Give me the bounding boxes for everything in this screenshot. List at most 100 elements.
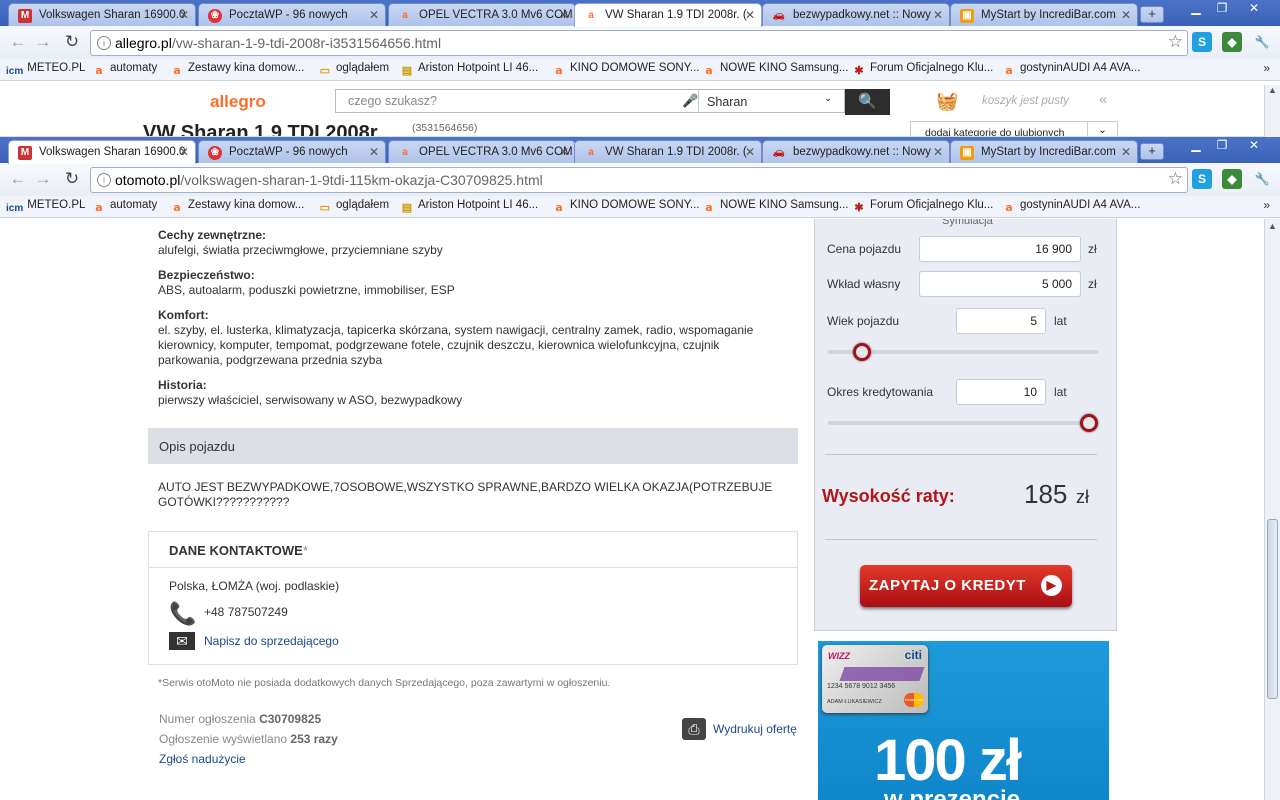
wrench-icon[interactable]: 🔧 bbox=[1252, 32, 1272, 52]
tab-opel[interactable]: a OPEL VECTRA 3.0 Mv6 COM ✕ bbox=[388, 140, 576, 163]
bookmark-kina[interactable]: a Zestawy kina domow... bbox=[170, 199, 304, 215]
bookmark-audi[interactable]: a gostyninAUDI A4 AVA... bbox=[1002, 199, 1140, 215]
close-icon[interactable]: ✕ bbox=[745, 145, 755, 159]
bookmarks-more-icon[interactable]: » bbox=[1263, 61, 1270, 75]
period-input[interactable]: 10 bbox=[956, 379, 1046, 405]
contact-phone[interactable]: +48 787507249 bbox=[204, 605, 288, 619]
message-seller-link[interactable]: Napisz do sprzedającego bbox=[204, 634, 339, 648]
close-icon[interactable]: ✕ bbox=[179, 8, 189, 22]
tab-vw-sharan[interactable]: a VW Sharan 1.9 TDI 2008r. (✕ bbox=[574, 3, 762, 27]
report-abuse-link[interactable]: Zgłoś nadużycie bbox=[159, 752, 246, 766]
bookmark-folder[interactable]: ▭ oglądałem bbox=[318, 62, 389, 78]
close-icon[interactable]: ✕ bbox=[1121, 145, 1131, 159]
bookmark-folder[interactable]: ▭ oglądałem bbox=[318, 199, 389, 215]
tab-mystart[interactable]: ▣ MyStart by IncrediBar.com ✕ bbox=[950, 3, 1138, 26]
address-bar[interactable]: i allegro.pl/vw-sharan-1-9-tdi-2008r-i35… bbox=[90, 30, 1188, 56]
ask-credit-button[interactable]: ZAPYTAJ O KREDYT ▶ bbox=[860, 565, 1072, 607]
mystart-icon: ▣ bbox=[960, 9, 974, 23]
minimize-button[interactable]: ▁ bbox=[1182, 0, 1210, 17]
bookmark-kina[interactable]: a Zestawy kina domow... bbox=[170, 62, 304, 78]
close-icon[interactable]: ✕ bbox=[369, 145, 379, 159]
period-slider-handle[interactable] bbox=[1080, 414, 1098, 432]
tab-bezwypadkowy[interactable]: 🚗 bezwypadkowy.net :: Nowy ✕ bbox=[762, 3, 950, 26]
close-icon[interactable]: ✕ bbox=[179, 145, 189, 159]
tab-gmail[interactable]: M Volkswagen Sharan 16900.0 ✕ bbox=[8, 3, 196, 26]
bookmark-audi[interactable]: a gostyninAUDI A4 AVA... bbox=[1002, 62, 1140, 78]
tab-poczta[interactable]: ❀ PocztaWP - 96 nowych ✕ bbox=[198, 3, 386, 26]
fav-category-button[interactable]: dodaj kategorię do ulubionych ⌄ bbox=[910, 121, 1118, 136]
print-offer-link[interactable]: Wydrukuj ofertę bbox=[713, 722, 797, 736]
close-icon[interactable]: ✕ bbox=[933, 8, 943, 22]
new-tab-button[interactable]: + bbox=[1140, 143, 1164, 160]
bookmark-samsung[interactable]: a NOWE KINO Samsung... bbox=[702, 199, 848, 215]
minimize-button[interactable]: ▁ bbox=[1182, 137, 1210, 154]
tab-poczta[interactable]: ❀ PocztaWP - 96 nowych ✕ bbox=[198, 140, 386, 163]
extension-icon[interactable]: ◆ bbox=[1222, 169, 1242, 189]
promo-banner[interactable]: WIZZ citi 1234 5678 9012 3456 ADAM ŁUKAS… bbox=[818, 641, 1109, 800]
page-scrollbar[interactable]: ▲ bbox=[1264, 219, 1280, 800]
tab-mystart[interactable]: ▣ MyStart by IncrediBar.com ✕ bbox=[950, 140, 1138, 163]
close-icon[interactable]: ✕ bbox=[933, 145, 943, 159]
description-header-bar: Opis pojazdu bbox=[148, 428, 798, 464]
skype-icon[interactable]: S bbox=[1192, 32, 1212, 52]
bookmark-automaty[interactable]: a automaty bbox=[92, 199, 157, 215]
bookmark-ariston[interactable]: ▤ Ariston Hotpoint LI 46... bbox=[400, 62, 538, 78]
feature-text-history: pierwszy właściciel, serwisowany w ASO, … bbox=[158, 393, 463, 407]
allegro-search-input[interactable]: czego szukasz? bbox=[348, 94, 437, 108]
address-bar[interactable]: i otomoto.pl/volkswagen-sharan-1-9tdi-11… bbox=[90, 167, 1188, 193]
bookmark-samsung[interactable]: a NOWE KINO Samsung... bbox=[702, 62, 848, 78]
bookmark-automaty[interactable]: a automaty bbox=[92, 62, 157, 78]
allegro-logo[interactable]: allegro bbox=[210, 92, 266, 112]
scroll-up-icon[interactable]: ▲ bbox=[1265, 85, 1280, 95]
tab-gmail[interactable]: M Volkswagen Sharan 16900.0 ✕ bbox=[8, 140, 196, 164]
price-input[interactable]: 16 900 bbox=[919, 236, 1081, 262]
scroll-up-icon[interactable]: ▲ bbox=[1265, 221, 1280, 231]
new-tab-button[interactable]: + bbox=[1140, 6, 1164, 23]
tab-vw-sharan[interactable]: a VW Sharan 1.9 TDI 2008r. (✕ bbox=[574, 140, 762, 163]
bookmark-sony[interactable]: a KINO DOMOWE SONY... bbox=[552, 62, 699, 78]
basket-icon[interactable]: 🧺 bbox=[936, 91, 958, 112]
category-select[interactable]: Sharan bbox=[707, 95, 747, 109]
period-slider[interactable] bbox=[828, 421, 1098, 425]
star-icon[interactable]: ☆ bbox=[1168, 32, 1183, 52]
maximize-button[interactable]: ❐ bbox=[1208, 0, 1236, 17]
scrollbar-thumb[interactable] bbox=[1267, 519, 1278, 699]
close-icon[interactable]: ✕ bbox=[369, 8, 379, 22]
star-icon[interactable]: ☆ bbox=[1168, 169, 1183, 189]
tab-opel[interactable]: a OPEL VECTRA 3.0 Mv6 COM ✕ bbox=[388, 3, 576, 26]
search-icon[interactable]: 🔍 bbox=[845, 89, 890, 115]
extension-icon[interactable]: ◆ bbox=[1222, 32, 1242, 52]
wrench-icon[interactable]: 🔧 bbox=[1252, 169, 1272, 189]
bookmarks-more-icon[interactable]: » bbox=[1263, 198, 1270, 212]
allegro-scrollbar[interactable]: ▲ bbox=[1264, 85, 1280, 137]
bookmark-meteo[interactable]: icm METEO.PL bbox=[6, 62, 85, 79]
close-icon[interactable]: ✕ bbox=[1121, 8, 1131, 22]
bookmark-sony[interactable]: a KINO DOMOWE SONY... bbox=[552, 199, 699, 215]
close-icon[interactable]: ✕ bbox=[745, 8, 755, 22]
close-icon[interactable]: ✕ bbox=[559, 145, 569, 159]
back-icon[interactable]: ← bbox=[8, 169, 28, 189]
bookmark-forum[interactable]: ✱ Forum Oficjalnego Klu... bbox=[852, 199, 993, 215]
bookmark-meteo[interactable]: icm METEO.PL bbox=[6, 199, 85, 216]
close-window-button[interactable]: ✕ bbox=[1240, 0, 1268, 17]
back-icon[interactable]: ← bbox=[8, 32, 28, 52]
skype-icon[interactable]: S bbox=[1192, 169, 1212, 189]
reload-icon[interactable]: ↻ bbox=[62, 169, 82, 189]
deposit-input[interactable]: 5 000 bbox=[919, 271, 1081, 297]
forward-icon[interactable]: → bbox=[33, 32, 53, 52]
printer-icon[interactable]: ⎙ bbox=[682, 718, 706, 740]
microphone-icon[interactable]: 🎤 bbox=[682, 93, 698, 109]
bookmark-forum[interactable]: ✱ Forum Oficjalnego Klu... bbox=[852, 62, 993, 78]
maximize-button[interactable]: ❐ bbox=[1208, 137, 1236, 154]
age-input[interactable]: 5 bbox=[956, 308, 1046, 334]
chevron-down-icon[interactable]: ⌄ bbox=[1087, 122, 1117, 136]
reload-icon[interactable]: ↻ bbox=[62, 32, 82, 52]
close-icon[interactable]: ✕ bbox=[559, 8, 569, 22]
tab-bezwypadkowy[interactable]: 🚗 bezwypadkowy.net :: Nowy ✕ bbox=[762, 140, 950, 163]
bookmark-ariston[interactable]: ▤ Ariston Hotpoint LI 46... bbox=[400, 199, 538, 215]
collapse-icon[interactable]: « bbox=[1099, 91, 1107, 108]
chevron-down-icon[interactable]: ⌄ bbox=[824, 93, 832, 104]
close-window-button[interactable]: ✕ bbox=[1240, 137, 1268, 154]
forward-icon[interactable]: → bbox=[33, 169, 53, 189]
age-slider-handle[interactable] bbox=[853, 343, 872, 361]
